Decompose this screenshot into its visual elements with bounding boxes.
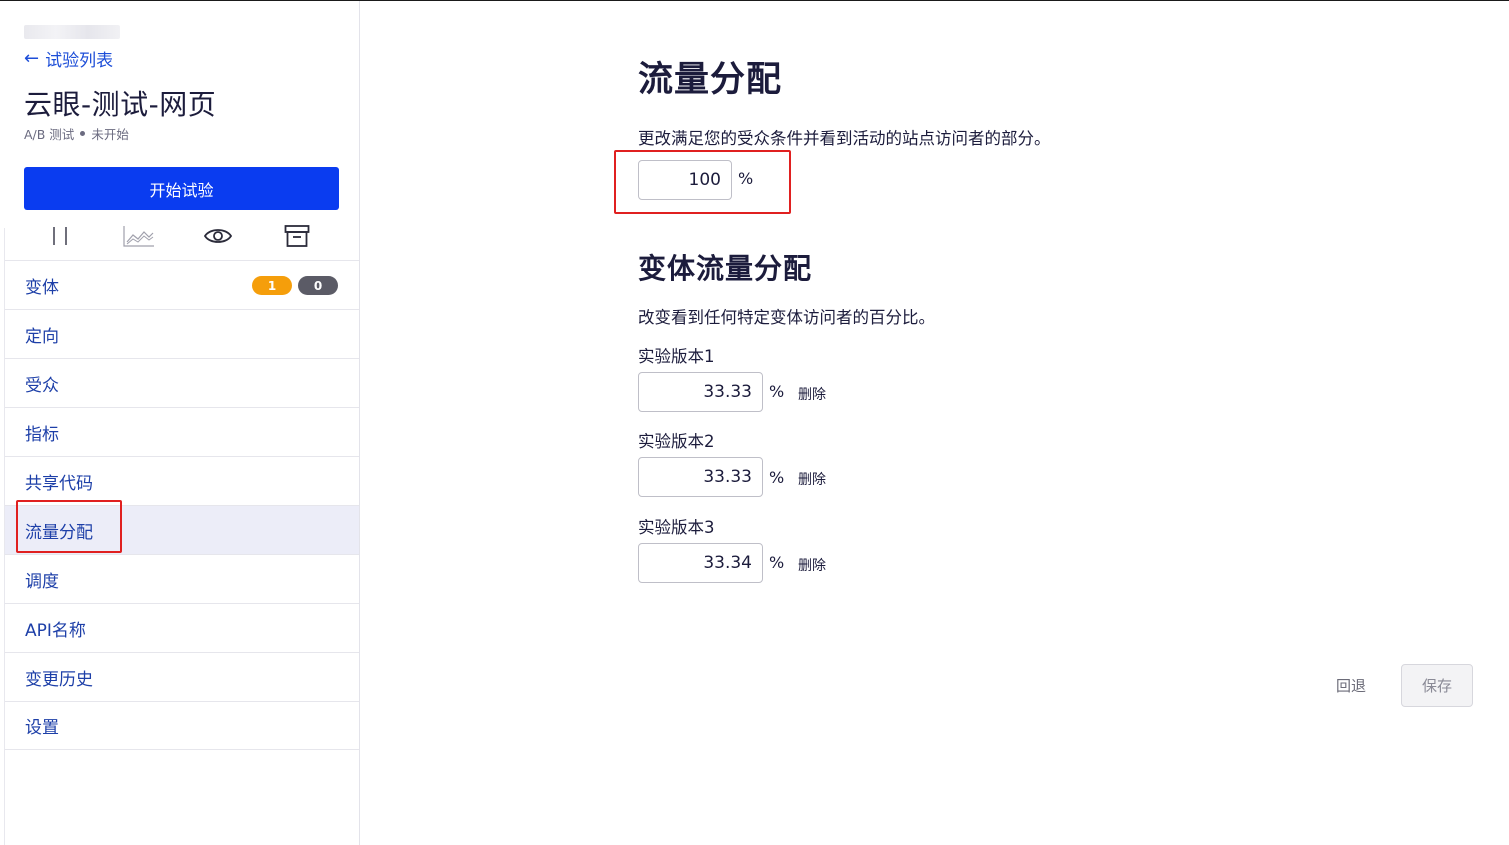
nav-item-audience[interactable]: 受众 bbox=[5, 358, 359, 407]
nav-item-schedule[interactable]: 调度 bbox=[5, 554, 359, 603]
nav-item-shared-code[interactable]: 共享代码 bbox=[5, 456, 359, 505]
nav-item-label: 受众 bbox=[25, 375, 59, 396]
percent-sign: % bbox=[738, 169, 754, 188]
nav-item-label: 调度 bbox=[25, 571, 59, 592]
nav-item-label: 指标 bbox=[25, 424, 59, 445]
eye-icon[interactable] bbox=[178, 213, 257, 259]
sidebar: ← 试验列表 云眼-测试-网页 A/B 测试 未开始 开始试验 变体 1 0 定… bbox=[0, 1, 360, 845]
traffic-percent-input[interactable] bbox=[638, 160, 732, 200]
variation-badges: 1 0 bbox=[252, 276, 338, 295]
nav-item-targeting[interactable]: 定向 bbox=[5, 309, 359, 358]
nav-item-api-name[interactable]: API名称 bbox=[5, 603, 359, 652]
variation-traffic-description: 改变看到任何特定变体访问者的百分比。 bbox=[638, 308, 935, 327]
percent-sign: % bbox=[769, 468, 785, 487]
count-badge-orange: 1 bbox=[252, 276, 292, 295]
nav-item-label: 变体 bbox=[25, 277, 59, 298]
main-content: 流量分配 更改满足您的受众条件并看到活动的站点访问者的部分。 % 变体流量分配 … bbox=[360, 1, 1509, 845]
traffic-description: 更改满足您的受众条件并看到活动的站点访问者的部分。 bbox=[638, 129, 1051, 148]
nav-item-label: 定向 bbox=[25, 326, 59, 347]
nav-item-settings[interactable]: 设置 bbox=[5, 701, 359, 750]
archive-icon[interactable] bbox=[257, 213, 336, 259]
page-title: 流量分配 bbox=[638, 60, 783, 100]
save-button[interactable]: 保存 bbox=[1401, 664, 1473, 707]
delete-variation-1-link[interactable]: 删除 bbox=[798, 384, 826, 404]
variation-percent-input-1[interactable] bbox=[638, 372, 763, 412]
percent-sign: % bbox=[769, 553, 785, 572]
variation-traffic-title: 变体流量分配 bbox=[638, 252, 813, 285]
pause-icon[interactable] bbox=[20, 213, 99, 259]
variation-label-3: 实验版本3 bbox=[638, 518, 715, 537]
back-link-label: 试验列表 bbox=[45, 51, 114, 71]
variation-label-1: 实验版本1 bbox=[638, 347, 715, 366]
experiment-status: 未开始 bbox=[91, 127, 129, 142]
start-experiment-button[interactable]: 开始试验 bbox=[24, 167, 339, 210]
nav-item-traffic-allocation[interactable]: 流量分配 bbox=[5, 505, 359, 554]
arrow-left-icon: ← bbox=[24, 47, 40, 69]
delete-variation-2-link[interactable]: 删除 bbox=[798, 469, 826, 489]
experiment-type: A/B 测试 bbox=[24, 127, 75, 142]
back-to-experiments-link[interactable]: ← 试验列表 bbox=[24, 46, 113, 71]
nav-item-label: 设置 bbox=[25, 718, 59, 738]
experiment-title: 云眼-测试-网页 bbox=[24, 88, 217, 121]
variation-percent-input-2[interactable] bbox=[638, 457, 763, 497]
delete-variation-3-link[interactable]: 删除 bbox=[798, 555, 826, 575]
nav-item-change-history[interactable]: 变更历史 bbox=[5, 652, 359, 701]
sidebar-toolbar bbox=[5, 213, 359, 259]
variation-percent-input-3[interactable] bbox=[638, 543, 763, 583]
nav-item-label: 流量分配 bbox=[25, 522, 93, 543]
revert-button[interactable]: 回退 bbox=[1336, 675, 1366, 696]
nav-item-metrics[interactable]: 指标 bbox=[5, 407, 359, 456]
experiment-nav: 变体 1 0 定向 受众 指标 共享代码 流量分配 调度 API名称 变更历史 bbox=[5, 260, 359, 750]
variation-label-2: 实验版本2 bbox=[638, 432, 715, 451]
nav-item-variations[interactable]: 变体 1 0 bbox=[5, 260, 359, 309]
nav-item-label: API名称 bbox=[25, 620, 86, 641]
percent-sign: % bbox=[769, 382, 785, 401]
chart-icon[interactable] bbox=[99, 213, 178, 259]
blurred-project-name bbox=[24, 25, 120, 39]
sidebar-inner-border bbox=[4, 228, 5, 845]
nav-item-label: 共享代码 bbox=[25, 473, 93, 494]
experiment-meta: A/B 测试 未开始 bbox=[24, 124, 129, 143]
separator-dot bbox=[80, 131, 86, 136]
count-badge-gray: 0 bbox=[298, 276, 338, 295]
nav-item-label: 变更历史 bbox=[25, 669, 93, 690]
